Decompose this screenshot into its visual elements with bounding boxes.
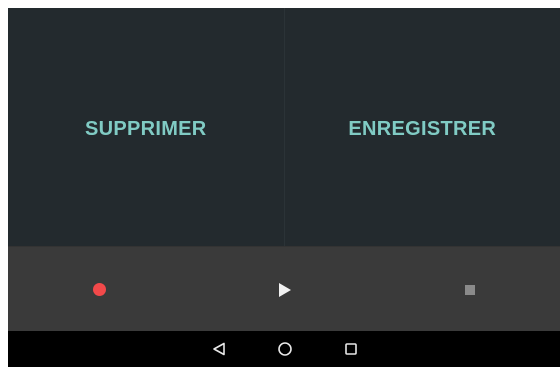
- record-button[interactable]: [69, 247, 129, 332]
- stop-button[interactable]: [440, 247, 500, 332]
- nav-recents-button[interactable]: [331, 331, 371, 367]
- system-navbar: [8, 331, 560, 367]
- save-button[interactable]: ENREGISTRER: [285, 8, 560, 246]
- back-icon: [213, 342, 225, 356]
- app-screen: SUPPRIMER ENREGISTRER: [8, 8, 560, 367]
- home-icon: [278, 342, 292, 356]
- stop-icon: [465, 284, 475, 295]
- recents-icon: [345, 343, 357, 355]
- player-controls: [8, 246, 560, 332]
- record-icon: [92, 283, 106, 296]
- action-bar: SUPPRIMER ENREGISTRER: [8, 8, 560, 246]
- nav-home-button[interactable]: [265, 331, 305, 367]
- play-button[interactable]: [255, 247, 315, 332]
- delete-button[interactable]: SUPPRIMER: [8, 8, 284, 246]
- nav-back-button[interactable]: [199, 331, 239, 367]
- play-icon: [279, 282, 291, 297]
